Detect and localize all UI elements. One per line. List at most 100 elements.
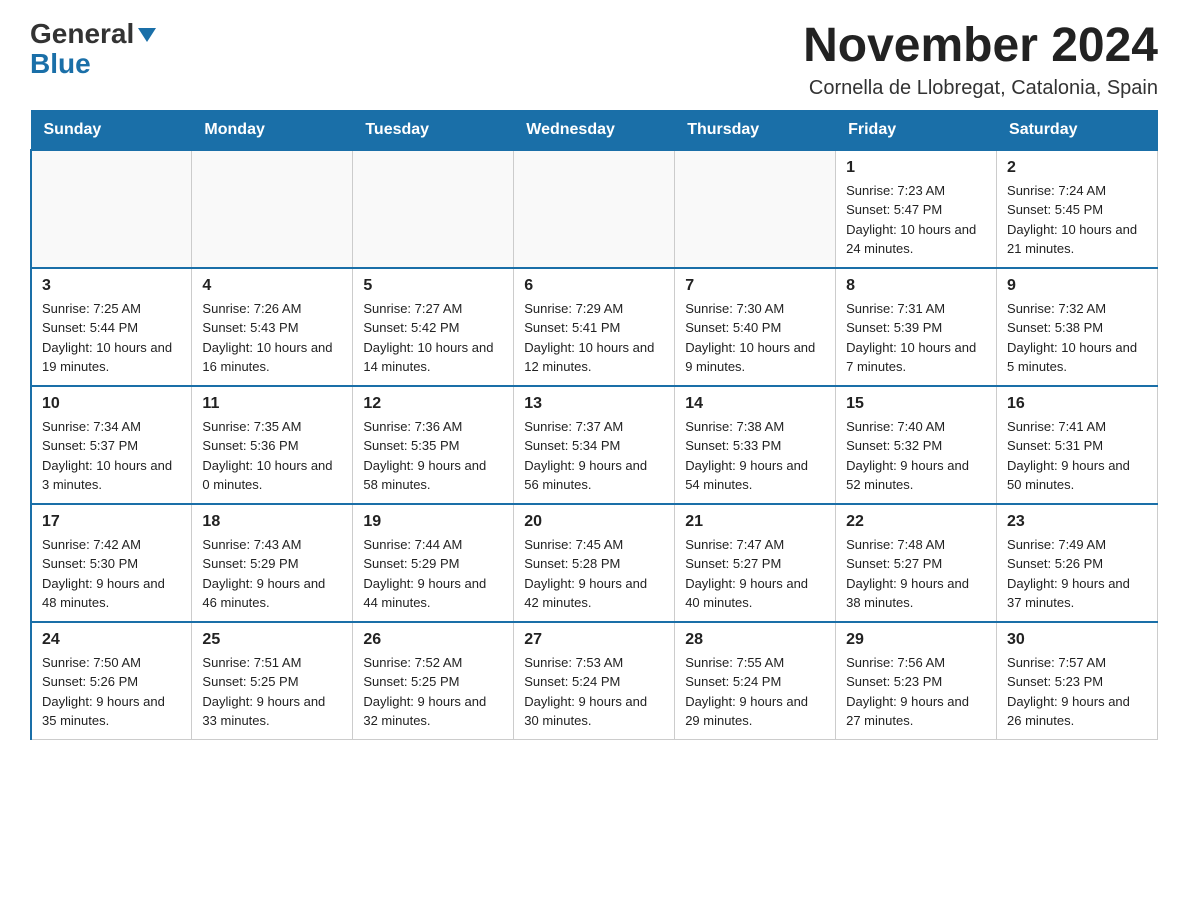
day-number: 28	[685, 631, 825, 649]
day-info: Sunrise: 7:34 AMSunset: 5:37 PMDaylight:…	[42, 417, 181, 495]
day-number: 8	[846, 277, 986, 295]
table-row: 25 Sunrise: 7:51 AMSunset: 5:25 PMDayligh…	[192, 622, 353, 740]
day-number: 16	[1007, 395, 1147, 413]
table-row: 18Sunrise: 7:43 AMSunset: 5:29 PMDayligh…	[192, 504, 353, 622]
table-row: 6 Sunrise: 7:29 AMSunset: 5:41 PMDaylight…	[514, 268, 675, 386]
day-info: Sunrise: 7:37 AMSunset: 5:34 PMDaylight:…	[524, 417, 664, 495]
table-row: 5 Sunrise: 7:27 AMSunset: 5:42 PMDaylight…	[353, 268, 514, 386]
day-number: 23	[1007, 513, 1147, 531]
day-info: Sunrise: 7:45 AMSunset: 5:28 PMDaylight:…	[524, 535, 664, 613]
logo-general: General	[30, 20, 134, 48]
day-number: 21	[685, 513, 825, 531]
logo: General Blue	[30, 20, 158, 80]
table-row: 16 Sunrise: 7:41 AMSunset: 5:31 PMDayligh…	[997, 386, 1158, 504]
calendar-week-row: 24 Sunrise: 7:50 AMSunset: 5:26 PMDayligh…	[31, 622, 1158, 740]
day-info: Sunrise: 7:27 AMSunset: 5:42 PMDaylight:…	[363, 299, 503, 377]
day-number: 11	[202, 395, 342, 413]
day-number: 3	[42, 277, 181, 295]
day-number: 14	[685, 395, 825, 413]
header-thursday: Thursday	[675, 110, 836, 150]
day-number: 4	[202, 277, 342, 295]
day-number: 6	[524, 277, 664, 295]
day-info: Sunrise: 7:42 AMSunset: 5:30 PMDaylight:…	[42, 535, 181, 613]
day-info: Sunrise: 7:32 AMSunset: 5:38 PMDaylight:…	[1007, 299, 1147, 377]
calendar-week-row: 10Sunrise: 7:34 AMSunset: 5:37 PMDayligh…	[31, 386, 1158, 504]
table-row: 21 Sunrise: 7:47 AMSunset: 5:27 PMDayligh…	[675, 504, 836, 622]
table-row: 29Sunrise: 7:56 AMSunset: 5:23 PMDayligh…	[836, 622, 997, 740]
table-row: 26 Sunrise: 7:52 AMSunset: 5:25 PMDayligh…	[353, 622, 514, 740]
day-number: 1	[846, 159, 986, 177]
day-number: 13	[524, 395, 664, 413]
day-number: 2	[1007, 159, 1147, 177]
table-row: 17Sunrise: 7:42 AMSunset: 5:30 PMDayligh…	[31, 504, 192, 622]
day-info: Sunrise: 7:35 AMSunset: 5:36 PMDaylight:…	[202, 417, 342, 495]
day-number: 9	[1007, 277, 1147, 295]
day-info: Sunrise: 7:44 AMSunset: 5:29 PMDaylight:…	[363, 535, 503, 613]
day-number: 24	[42, 631, 181, 649]
table-row: 8 Sunrise: 7:31 AMSunset: 5:39 PMDaylight…	[836, 268, 997, 386]
day-info: Sunrise: 7:48 AMSunset: 5:27 PMDaylight:…	[846, 535, 986, 613]
table-row: 22Sunrise: 7:48 AMSunset: 5:27 PMDayligh…	[836, 504, 997, 622]
day-info: Sunrise: 7:57 AMSunset: 5:23 PMDaylight:…	[1007, 653, 1147, 731]
page-header: General Blue November 2024 Cornella de L…	[30, 20, 1158, 100]
table-row: 30Sunrise: 7:57 AMSunset: 5:23 PMDayligh…	[997, 622, 1158, 740]
table-row: 15Sunrise: 7:40 AMSunset: 5:32 PMDayligh…	[836, 386, 997, 504]
calendar-week-row: 3 Sunrise: 7:25 AMSunset: 5:44 PMDaylight…	[31, 268, 1158, 386]
subtitle: Cornella de Llobregat, Catalonia, Spain	[803, 77, 1158, 100]
day-number: 20	[524, 513, 664, 531]
day-info: Sunrise: 7:31 AMSunset: 5:39 PMDaylight:…	[846, 299, 986, 377]
day-info: Sunrise: 7:29 AMSunset: 5:41 PMDaylight:…	[524, 299, 664, 377]
day-number: 15	[846, 395, 986, 413]
day-info: Sunrise: 7:50 AMSunset: 5:26 PMDaylight:…	[42, 653, 181, 731]
calendar-week-row: 17Sunrise: 7:42 AMSunset: 5:30 PMDayligh…	[31, 504, 1158, 622]
day-number: 26	[363, 631, 503, 649]
logo-blue: Blue	[30, 48, 91, 80]
table-row: 7 Sunrise: 7:30 AMSunset: 5:40 PMDaylight…	[675, 268, 836, 386]
table-row	[31, 150, 192, 268]
header-friday: Friday	[836, 110, 997, 150]
table-row: 10Sunrise: 7:34 AMSunset: 5:37 PMDayligh…	[31, 386, 192, 504]
calendar-header-row: Sunday Monday Tuesday Wednesday Thursday…	[31, 110, 1158, 150]
header-saturday: Saturday	[997, 110, 1158, 150]
day-number: 18	[202, 513, 342, 531]
main-title: November 2024	[803, 20, 1158, 73]
table-row: 14Sunrise: 7:38 AMSunset: 5:33 PMDayligh…	[675, 386, 836, 504]
header-monday: Monday	[192, 110, 353, 150]
table-row: 28Sunrise: 7:55 AMSunset: 5:24 PMDayligh…	[675, 622, 836, 740]
table-row: 24 Sunrise: 7:50 AMSunset: 5:26 PMDayligh…	[31, 622, 192, 740]
table-row	[675, 150, 836, 268]
header-tuesday: Tuesday	[353, 110, 514, 150]
day-number: 25	[202, 631, 342, 649]
calendar-table: Sunday Monday Tuesday Wednesday Thursday…	[30, 110, 1158, 740]
table-row: 12Sunrise: 7:36 AMSunset: 5:35 PMDayligh…	[353, 386, 514, 504]
day-number: 19	[363, 513, 503, 531]
header-wednesday: Wednesday	[514, 110, 675, 150]
title-section: November 2024 Cornella de Llobregat, Cat…	[803, 20, 1158, 100]
table-row	[192, 150, 353, 268]
logo-arrow-icon	[136, 24, 158, 46]
day-info: Sunrise: 7:26 AMSunset: 5:43 PMDaylight:…	[202, 299, 342, 377]
table-row: 9 Sunrise: 7:32 AMSunset: 5:38 PMDaylight…	[997, 268, 1158, 386]
table-row	[353, 150, 514, 268]
day-info: Sunrise: 7:52 AMSunset: 5:25 PMDaylight:…	[363, 653, 503, 731]
day-number: 29	[846, 631, 986, 649]
calendar-week-row: 1Sunrise: 7:23 AMSunset: 5:47 PMDaylight…	[31, 150, 1158, 268]
table-row: 20 Sunrise: 7:45 AMSunset: 5:28 PMDayligh…	[514, 504, 675, 622]
table-row: 4 Sunrise: 7:26 AMSunset: 5:43 PMDaylight…	[192, 268, 353, 386]
day-info: Sunrise: 7:25 AMSunset: 5:44 PMDaylight:…	[42, 299, 181, 377]
table-row: 23Sunrise: 7:49 AMSunset: 5:26 PMDayligh…	[997, 504, 1158, 622]
table-row: 3 Sunrise: 7:25 AMSunset: 5:44 PMDaylight…	[31, 268, 192, 386]
day-info: Sunrise: 7:47 AMSunset: 5:27 PMDaylight:…	[685, 535, 825, 613]
day-number: 7	[685, 277, 825, 295]
day-info: Sunrise: 7:24 AMSunset: 5:45 PMDaylight:…	[1007, 181, 1147, 259]
table-row: 19 Sunrise: 7:44 AMSunset: 5:29 PMDayligh…	[353, 504, 514, 622]
table-row: 13 Sunrise: 7:37 AMSunset: 5:34 PMDayligh…	[514, 386, 675, 504]
day-number: 27	[524, 631, 664, 649]
header-sunday: Sunday	[31, 110, 192, 150]
table-row	[514, 150, 675, 268]
day-info: Sunrise: 7:30 AMSunset: 5:40 PMDaylight:…	[685, 299, 825, 377]
day-info: Sunrise: 7:41 AMSunset: 5:31 PMDaylight:…	[1007, 417, 1147, 495]
day-number: 5	[363, 277, 503, 295]
day-number: 12	[363, 395, 503, 413]
day-info: Sunrise: 7:51 AMSunset: 5:25 PMDaylight:…	[202, 653, 342, 731]
